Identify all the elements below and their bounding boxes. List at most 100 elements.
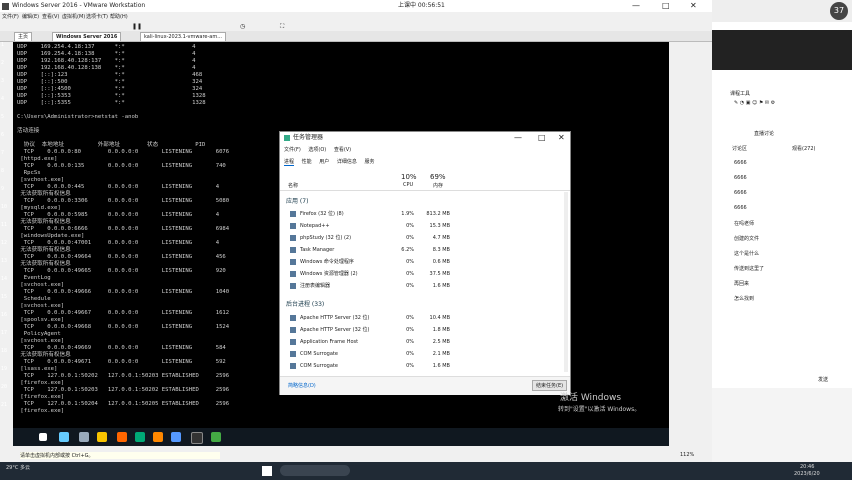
line-number: 19 bbox=[1, 366, 8, 372]
app-row[interactable]: Task Manager 6.2% 8.3 MB bbox=[280, 244, 570, 256]
menu-help[interactable]: 帮助(H) bbox=[110, 12, 128, 22]
line-number: 8 bbox=[1, 168, 5, 174]
line-number: 18 bbox=[1, 348, 8, 354]
tab-windows-server[interactable]: Windows Server 2016 bbox=[52, 32, 122, 41]
mem-total: 69% bbox=[430, 173, 446, 181]
app-row[interactable]: Firefox (32 位) (8) 1.9% 813.2 MB bbox=[280, 208, 570, 220]
weather-widget[interactable]: 29°C 多云 bbox=[6, 464, 30, 471]
tm-column-header[interactable]: 名称 10% CPU 69% 内存 bbox=[280, 170, 570, 191]
process-name: Task Manager bbox=[300, 247, 335, 253]
apps-group-header[interactable]: 应用 (7) bbox=[286, 196, 308, 205]
console-line: [windowsUpdate.exe] bbox=[17, 233, 85, 239]
console-line: UDP [::]:123 *:* 468 bbox=[17, 72, 203, 78]
less-details-link[interactable]: 简略信息(D) bbox=[288, 382, 316, 389]
tm-maximize-button[interactable]: □ bbox=[538, 132, 546, 144]
panel-toolbar-icons[interactable]: ✎ ◔ ▣ ☺ ⚑ ✉ ⚙ bbox=[734, 100, 775, 106]
process-mem: 0.6 MB bbox=[432, 259, 450, 265]
tm-menu-file[interactable]: 文件(F) bbox=[284, 147, 301, 153]
notepadpp-icon[interactable] bbox=[135, 432, 145, 442]
tm-menu-options[interactable]: 选项(O) bbox=[308, 147, 326, 153]
app-row[interactable]: phpStudy (32 位) (2) 0% 4.7 MB bbox=[280, 232, 570, 244]
menu-tabs[interactable]: 选项卡(T) bbox=[86, 12, 108, 22]
vmware-menubar: 文件(F) 编辑(E) 查看(V) 虚拟机(M) 选项卡(T) 帮助(H) bbox=[0, 12, 712, 22]
cmd-icon[interactable] bbox=[191, 432, 203, 444]
col-name[interactable]: 名称 bbox=[288, 182, 298, 189]
explorer-icon[interactable] bbox=[97, 432, 107, 442]
start-icon[interactable] bbox=[39, 433, 47, 441]
tm-tab-processes[interactable]: 进程 bbox=[284, 159, 295, 166]
process-name: Notepad++ bbox=[300, 223, 330, 229]
snapshot-icon[interactable]: ◷ bbox=[240, 23, 245, 30]
line-number: 14 bbox=[1, 276, 8, 282]
app-row[interactable]: Notepad++ 0% 15.3 MB bbox=[280, 220, 570, 232]
line-number: 1 bbox=[1, 42, 5, 48]
menu-view[interactable]: 查看(V) bbox=[42, 12, 59, 22]
menu-edit[interactable]: 编辑(E) bbox=[22, 12, 39, 22]
console-line: [firefox.exe] bbox=[17, 394, 65, 400]
line-number: 13 bbox=[1, 258, 8, 264]
process-icon bbox=[290, 235, 296, 241]
bg-process-row[interactable]: Apache HTTP Server (32 位) 0% 1.8 MB bbox=[280, 324, 570, 336]
fullscreen-icon[interactable]: ⛶ bbox=[280, 23, 284, 31]
line-number: 17 bbox=[1, 330, 8, 336]
app-row[interactable]: 注册表编辑器 0% 1.6 MB bbox=[280, 280, 570, 292]
process-mem: 1.6 MB bbox=[432, 363, 450, 369]
clock-date[interactable]: 2023/6/20 bbox=[794, 471, 820, 477]
firefox-icon[interactable] bbox=[117, 432, 127, 442]
panel-tab-label[interactable]: 讨论区 bbox=[732, 145, 747, 152]
process-icon bbox=[290, 211, 296, 217]
host-start-icon[interactable] bbox=[262, 466, 272, 476]
app-row[interactable]: Windows 资源管理器 (2) 0% 37.5 MB bbox=[280, 268, 570, 280]
close-button[interactable]: ✕ bbox=[690, 0, 697, 12]
app-row[interactable]: Windows 命令处理程序 0% 0.6 MB bbox=[280, 256, 570, 268]
console-line: TCP 0.0.0.0:49664 0.0.0.0:0 LISTENING 45… bbox=[17, 254, 226, 260]
maximize-button[interactable]: □ bbox=[662, 0, 670, 12]
search-icon[interactable] bbox=[59, 432, 69, 442]
menu-vm[interactable]: 虚拟机(M) bbox=[62, 12, 85, 22]
process-icon bbox=[290, 327, 296, 333]
chat-message: 在吗老师 bbox=[734, 221, 755, 227]
bg-process-row[interactable]: Application Frame Host 0% 2.5 MB bbox=[280, 336, 570, 348]
line-number: 16 bbox=[1, 312, 8, 318]
tm-tab-users[interactable]: 用户 bbox=[319, 159, 329, 165]
tab-home[interactable]: 主页 bbox=[14, 32, 33, 41]
process-cpu: 0% bbox=[406, 327, 414, 333]
send-button[interactable]: 发送 bbox=[818, 376, 828, 383]
taskmgr-icon[interactable] bbox=[211, 432, 221, 442]
panel-tab-discussion[interactable]: 直播讨论 bbox=[754, 130, 774, 137]
line-number: 9 bbox=[1, 186, 5, 192]
tm-scrollbar[interactable] bbox=[564, 192, 568, 372]
col-cpu[interactable]: CPU bbox=[403, 182, 413, 188]
console-line: [mysqld.exe] bbox=[17, 205, 61, 211]
console-line: TCP 0.0.0.0:135 0.0.0.0:0 LISTENING 740 bbox=[17, 163, 226, 169]
line-number: 15 bbox=[1, 294, 8, 300]
console-line: TCP 0.0.0.0:3306 0.0.0.0:0 LISTENING 508… bbox=[17, 198, 230, 204]
tm-tab-performance[interactable]: 性能 bbox=[302, 159, 312, 165]
menu-file[interactable]: 文件(F) bbox=[2, 12, 19, 22]
tm-tab-services[interactable]: 服务 bbox=[364, 159, 374, 165]
console-line: [firefox.exe] bbox=[17, 380, 65, 386]
col-mem[interactable]: 内存 bbox=[433, 182, 443, 189]
tm-minimize-button[interactable]: — bbox=[514, 132, 522, 144]
chat-message: 6666 bbox=[734, 160, 747, 166]
bg-process-row[interactable]: COM Surrogate 0% 2.1 MB bbox=[280, 348, 570, 360]
minimize-button[interactable]: — bbox=[632, 0, 640, 12]
clock-time[interactable]: 20:46 bbox=[800, 464, 814, 470]
regedit-icon[interactable] bbox=[171, 432, 181, 442]
task-view-icon[interactable] bbox=[79, 432, 89, 442]
tab-kali[interactable]: kali-linux-2023.1-vmware-am... bbox=[140, 32, 227, 41]
console-line: TCP 0.0.0.0:49671 0.0.0.0:0 LISTENING 59… bbox=[17, 359, 226, 365]
phpstudy-icon[interactable] bbox=[153, 432, 163, 442]
host-search-box[interactable] bbox=[280, 465, 350, 476]
console-line: TCP 0.0.0.0:49668 0.0.0.0:0 LISTENING 15… bbox=[17, 324, 230, 330]
tm-tab-details[interactable]: 详细信息 bbox=[337, 159, 357, 165]
bg-process-row[interactable]: COM Surrogate 0% 1.6 MB bbox=[280, 360, 570, 372]
tm-menu-view[interactable]: 查看(V) bbox=[334, 147, 351, 153]
bg-process-row[interactable]: Apache HTTP Server (32 位) 0% 10.4 MB bbox=[280, 312, 570, 324]
process-cpu: 0% bbox=[406, 363, 414, 369]
tm-close-button[interactable]: ✕ bbox=[558, 132, 565, 144]
console-line: TCP 127.0.0.1:50203 127.0.0.1:50202 ESTA… bbox=[17, 387, 230, 393]
pause-icon[interactable]: ❚❚ bbox=[132, 23, 142, 30]
bg-group-header[interactable]: 后台进程 (33) bbox=[286, 299, 324, 308]
console-line: 无法获取所有权信息 bbox=[17, 191, 71, 197]
